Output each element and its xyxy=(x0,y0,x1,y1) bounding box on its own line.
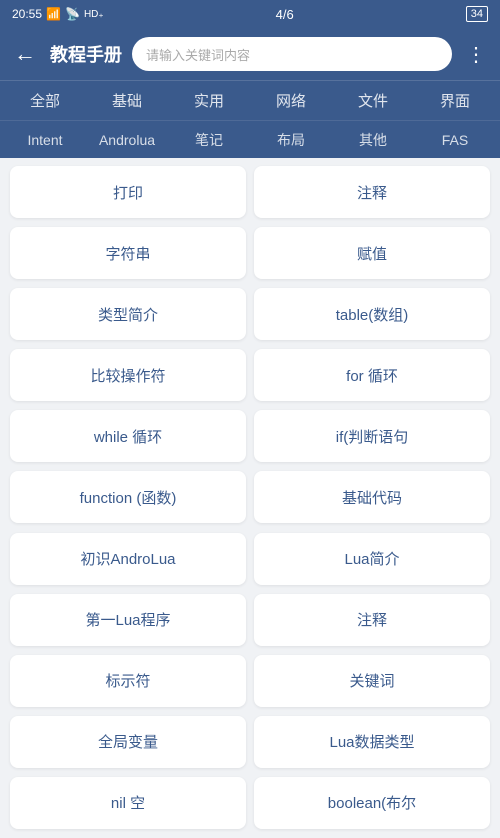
grid-item-14[interactable]: 第一Lua程序 xyxy=(10,594,246,646)
tab2-item-Androlua[interactable]: Androlua xyxy=(86,127,168,153)
grid-item-10[interactable]: function (函数) xyxy=(10,471,246,523)
grid-item-17[interactable]: 关键词 xyxy=(254,655,490,707)
more-button[interactable]: ⋮ xyxy=(462,38,490,71)
battery-indicator: 34 xyxy=(466,6,488,22)
grid-item-20[interactable]: nil 空 xyxy=(10,777,246,829)
status-bar: 20:55 📶 📡 HD₊ 4/6 34 xyxy=(0,0,500,28)
items-grid: 打印注释字符串赋值类型简介table(数组)比较操作符for 循环while 循… xyxy=(0,158,500,838)
grid-item-19[interactable]: Lua数据类型 xyxy=(254,716,490,768)
tab1-item-全部[interactable]: 全部 xyxy=(4,84,86,117)
app-header: ← 教程手册 请输入关键词内容 ⋮ xyxy=(0,28,500,80)
grid-item-16[interactable]: 标示符 xyxy=(10,655,246,707)
tab1-item-基础[interactable]: 基础 xyxy=(86,84,168,117)
grid-item-7[interactable]: for 循环 xyxy=(254,349,490,401)
search-box[interactable]: 请输入关键词内容 xyxy=(132,37,452,71)
grid-item-11[interactable]: 基础代码 xyxy=(254,471,490,523)
tab2-item-笔记[interactable]: 笔记 xyxy=(168,125,250,155)
signal-icon: 📶 xyxy=(46,7,61,21)
tab2-item-Intent[interactable]: Intent xyxy=(4,127,86,153)
tab2-item-FAS[interactable]: FAS xyxy=(414,127,496,153)
grid-item-6[interactable]: 比较操作符 xyxy=(10,349,246,401)
tab1-item-实用[interactable]: 实用 xyxy=(168,84,250,117)
tab1-item-界面[interactable]: 界面 xyxy=(414,84,496,117)
grid-item-1[interactable]: 注释 xyxy=(254,166,490,218)
grid-item-12[interactable]: 初识AndroLua xyxy=(10,533,246,585)
search-placeholder: 请输入关键词内容 xyxy=(146,45,250,64)
grid-item-13[interactable]: Lua简介 xyxy=(254,533,490,585)
back-button[interactable]: ← xyxy=(10,37,40,71)
status-time: 20:55 xyxy=(12,7,42,21)
category-tabs-row1: 全部基础实用网络文件界面 xyxy=(0,80,500,120)
status-left: 20:55 📶 📡 HD₊ xyxy=(12,7,104,21)
tab1-item-网络[interactable]: 网络 xyxy=(250,84,332,117)
grid-item-9[interactable]: if(判断语句 xyxy=(254,410,490,462)
wifi-icon: 📡 xyxy=(65,7,80,21)
category-tabs-row2: IntentAndrolua笔记布局其他FAS xyxy=(0,120,500,158)
grid-item-21[interactable]: boolean(布尔 xyxy=(254,777,490,829)
grid-item-8[interactable]: while 循环 xyxy=(10,410,246,462)
tab2-item-布局[interactable]: 布局 xyxy=(250,125,332,155)
grid-item-5[interactable]: table(数组) xyxy=(254,288,490,340)
page-title: 教程手册 xyxy=(50,41,122,67)
grid-item-3[interactable]: 赋值 xyxy=(254,227,490,279)
tab2-item-其他[interactable]: 其他 xyxy=(332,125,414,155)
grid-item-0[interactable]: 打印 xyxy=(10,166,246,218)
grid-item-15[interactable]: 注释 xyxy=(254,594,490,646)
grid-item-2[interactable]: 字符串 xyxy=(10,227,246,279)
tab1-item-文件[interactable]: 文件 xyxy=(332,84,414,117)
grid-item-18[interactable]: 全局变量 xyxy=(10,716,246,768)
page-indicator: 4/6 xyxy=(276,7,294,22)
hd-icon: HD₊ xyxy=(84,9,104,20)
grid-item-4[interactable]: 类型简介 xyxy=(10,288,246,340)
